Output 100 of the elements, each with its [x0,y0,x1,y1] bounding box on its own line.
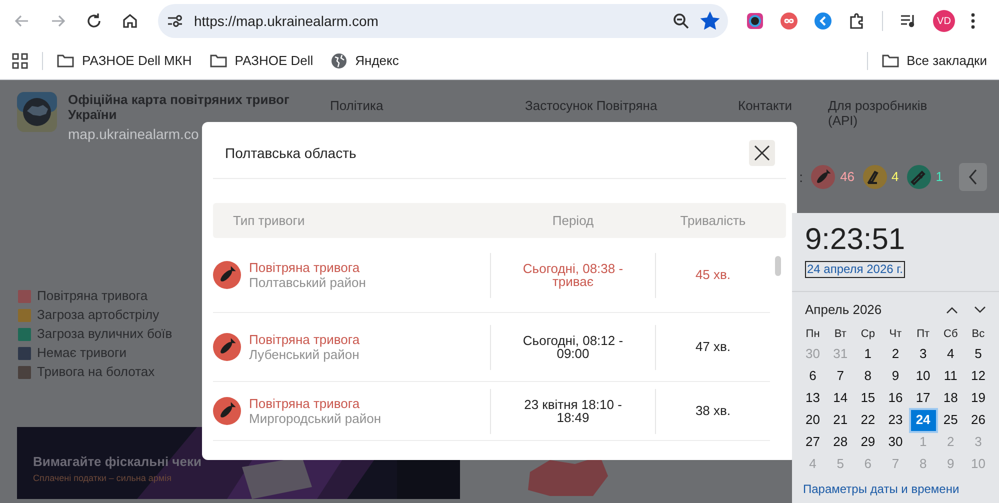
column-header: Період [551,212,595,230]
month-title: Апрель 2026 [805,301,882,319]
district-name: Миргородський район [249,411,381,426]
calendar-day[interactable]: 14 [833,388,848,408]
home-icon[interactable] [121,12,139,30]
calendar-day[interactable]: 3 [919,344,927,364]
clock-time: 9:23:51 [805,223,906,257]
alert-type: Повітряна тривога [249,260,361,275]
chevron-extension-icon[interactable] [814,12,832,30]
apps-grid-icon[interactable] [12,52,28,68]
counts-label: : [799,168,804,186]
alert-period: 23 квітня 18:10 - 18:49 [523,398,623,424]
bomb-alert-icon [213,397,241,425]
calendar-day[interactable]: 17 [916,388,930,408]
menu-icon[interactable] [971,13,975,29]
alert-type: Повітряна тривога [249,332,360,347]
legend-label: Загроза артобстрілу [37,307,160,323]
calendar-day[interactable]: 25 [943,410,958,430]
dialog-title: Полтавська область [225,144,356,162]
calendar-day[interactable]: 6 [809,366,816,386]
calendar-day[interactable]: 27 [806,432,820,452]
alert-duration: 38 хв. [695,402,731,420]
calendar-day[interactable]: 10 [916,366,930,386]
district-name: Полтавський район [249,275,366,290]
calendar-day[interactable]: 1 [864,344,872,364]
calendar-day[interactable]: 2 [892,344,900,364]
calendar-day[interactable]: 9 [892,366,900,386]
bookmark-item[interactable]: РАЗНОЕ Dell МКН [57,50,192,70]
globe-icon [331,52,348,68]
all-bookmarks-button[interactable]: Все закладки [882,50,987,70]
folder-icon [210,54,227,68]
calendar-day[interactable]: 26 [970,410,986,430]
alert-count: 4 [892,168,899,186]
legend-label: Немає тривоги [37,345,126,361]
scrollbar-thumb[interactable] [775,256,781,276]
legend-label: Тривога на болотах [37,364,155,380]
alert-duration: 45 хв. [695,266,731,284]
calendar-day[interactable]: 13 [806,388,820,408]
alert-duration: 47 хв. [695,338,731,356]
calendar-day[interactable]: 29 [860,432,876,452]
site-domain: map.ukrainealarm.co [68,125,200,144]
bookmark-item[interactable]: Яндекс [331,50,399,70]
calendar-day[interactable]: 15 [860,388,876,408]
bomb-alert-icon [213,333,241,361]
calendar-day[interactable]: 21 [833,410,848,430]
date-link[interactable]: 24 апреля 2026 г. [805,261,905,278]
legend-label: Повітряна тривога [37,288,148,304]
chevron-down-icon[interactable] [974,306,986,314]
calendar-day[interactable]: 30 [888,432,903,452]
url-text[interactable]: https://map.ukrainealarm.com [194,10,662,32]
alert-type: Повітряна тривога [249,396,361,411]
calendar-day[interactable]: 11 [944,366,958,386]
folder-icon [882,54,899,68]
weekday-label: Вс [972,326,985,342]
banner-subtitle: Сплачені податки – сильна армія [33,472,172,485]
collapse-button[interactable] [959,163,987,191]
site-settings-icon[interactable] [166,12,184,30]
district-name: Лубенський район [249,347,360,362]
calendar-day[interactable]: 28 [833,432,848,452]
calendar-day[interactable]: 5 [974,344,982,364]
weekday-label: Чт [889,326,902,342]
bookmark-star-icon[interactable] [700,11,720,31]
puzzle-icon[interactable] [848,12,866,30]
calendar-day[interactable]: 22 [860,410,876,430]
bomb-alert-icon [213,261,241,289]
profile-avatar[interactable]: VD [933,10,955,32]
reload-icon[interactable] [85,12,103,30]
bookmark-item[interactable]: РАЗНОЕ Dell [210,50,314,70]
calendar-day[interactable]: 24 [910,410,936,430]
calendar-day[interactable]: 19 [970,388,986,408]
alert-period: Сьогодні, 08:38 - триває [522,262,624,288]
zoom-icon[interactable] [672,12,690,30]
weekday-label: Ср [860,326,875,342]
chevron-up-icon[interactable] [946,306,958,314]
weekday-label: Вт [834,326,846,342]
alert-count: 46 [840,168,855,186]
site-title: Офіційна карта повітряних тривог України [68,92,290,122]
calendar-day[interactable]: 16 [888,388,903,408]
calendar-day[interactable]: 4 [947,344,954,364]
close-button[interactable] [749,140,775,166]
calendar-day[interactable]: 7 [836,366,844,386]
date-time-settings-link[interactable]: Параметры даты и времени [803,482,960,496]
legend-label: Загроза вуличних боїв [37,326,172,342]
color-ring-extension-icon[interactable] [746,12,764,30]
ukraine-map-logo-icon [17,92,57,132]
folder-icon [57,54,74,68]
weekday-label: Сб [944,326,958,342]
calendar-day[interactable]: 23 [888,410,903,430]
column-header: Тип тривоги [232,212,306,230]
media-queue-icon[interactable] [899,12,917,30]
address-field[interactable]: https://map.ukrainealarm.com [158,4,728,38]
calendar-day[interactable]: 20 [806,410,820,430]
calendar-day[interactable]: 12 [970,366,986,386]
banner-title: Вимагайте фіскальні чеки [33,453,202,471]
calendar-day[interactable]: 18 [943,388,958,408]
calendar-day[interactable]: 8 [864,366,872,386]
alert-count: 1 [936,168,943,186]
close-icon [754,145,770,161]
alert-period: Сьогодні, 08:12 - 09:00 [522,334,624,360]
infinity-extension-icon[interactable] [780,12,798,30]
